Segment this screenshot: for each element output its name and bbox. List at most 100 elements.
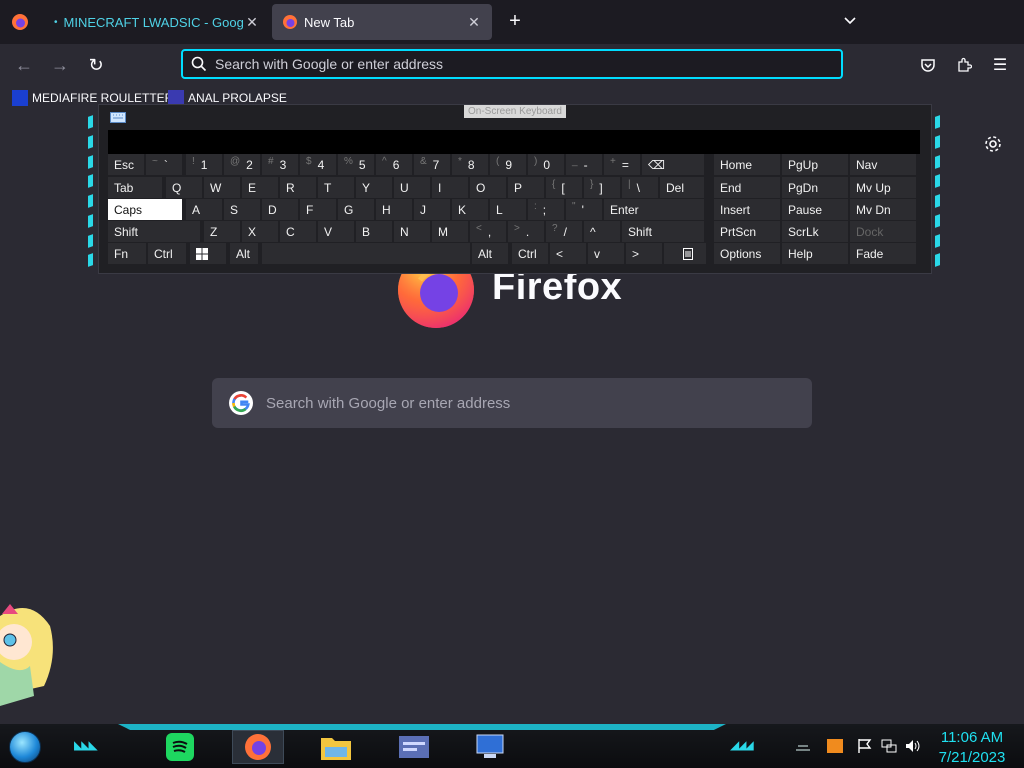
osk-key-space[interactable] [262,243,470,264]
osk-key-1[interactable]: ! 1 [186,154,222,175]
osk-key-symbol[interactable]: ? / [546,221,582,242]
app-menu-button[interactable]: ☰ [990,55,1010,75]
osk-key-symbol[interactable]: >. [508,221,544,242]
osk-key-h[interactable]: H [376,199,412,220]
list-all-tabs-button[interactable] [842,12,864,32]
osk-key-symbol[interactable]: > [626,243,662,264]
osk-key-symbol[interactable]: <, [470,221,506,242]
osk-key-nav[interactable]: Nav [850,154,916,175]
osk-key-ctrl[interactable]: Ctrl [148,243,186,264]
osk-key-a[interactable]: A [186,199,222,220]
back-button[interactable]: ← [11,53,37,77]
osk-key-b[interactable]: B [356,221,392,242]
osk-key-f[interactable]: F [300,199,336,220]
osk-key-del[interactable]: Del [660,177,704,198]
reload-button[interactable]: ↻ [83,53,109,77]
osk-key-symbol[interactable]: | \ [622,177,658,198]
extensions-icon[interactable] [954,55,974,75]
osk-key-p[interactable]: P [508,177,544,198]
action-center-flag-icon[interactable] [856,738,874,754]
osk-key-7[interactable]: & 7 [414,154,450,175]
osk-key-symbol[interactable]: :; [528,199,564,220]
page-search-box[interactable]: Search with Google or enter address [212,378,812,428]
osk-key-prtscn[interactable]: PrtScn [714,221,780,242]
osk-key-ctrl[interactable]: Ctrl [512,243,548,264]
osk-key-fn[interactable]: Fn [108,243,146,264]
osk-key-z[interactable]: Z [204,221,240,242]
osk-key-t[interactable]: T [318,177,354,198]
osk-key-o[interactable]: O [470,177,506,198]
tab-close-button[interactable]: ✕ [244,14,260,31]
tab-minecraft[interactable]: • MINECRAFT LWADSIC - Google ✕ [44,4,270,40]
osk-key-symbol[interactable]: }] [584,177,620,198]
osk-key-v[interactable]: V [318,221,354,242]
osk-key-scrlk[interactable]: ScrLk [782,221,848,242]
osk-key-e[interactable]: E [242,177,278,198]
volume-icon[interactable] [904,738,922,754]
osk-key-symbol[interactable]: " ' [566,199,602,220]
osk-key-g[interactable]: G [338,199,374,220]
osk-key-tab[interactable]: Tab [108,177,162,198]
osk-key-u[interactable]: U [394,177,430,198]
system-clock[interactable]: 11:06 AM 7/21/2023 [930,728,1014,768]
osk-key-pgdn[interactable]: PgDn [782,177,848,198]
osk-key-esc[interactable]: Esc [108,154,144,175]
tab-close-button[interactable]: ✕ [466,14,482,31]
osk-key-symbol[interactable]: {[ [546,177,582,198]
taskbar-file-explorer[interactable] [310,730,362,764]
osk-key-q[interactable]: Q [166,177,202,198]
osk-key-symbol[interactable]: + = [604,154,640,175]
taskbar-spotify[interactable] [154,730,206,764]
osk-key-d[interactable]: D [262,199,298,220]
osk-key-k[interactable]: K [452,199,488,220]
osk-key-help[interactable]: Help [782,243,848,264]
taskbar-firefox[interactable] [232,730,284,764]
osk-key-shift[interactable]: Shift [622,221,704,242]
osk-key-caps[interactable]: Caps [108,199,182,220]
forward-button[interactable]: → [47,53,73,77]
firefox-view-icon[interactable] [8,10,32,34]
osk-key-shift[interactable]: Shift [108,221,200,242]
osk-key-dock[interactable]: Dock [850,221,916,242]
osk-key-8[interactable]: * 8 [452,154,488,175]
tab-new-tab[interactable]: New Tab ✕ [272,4,492,40]
osk-key-menu[interactable] [664,243,706,264]
osk-key-mv-up[interactable]: Mv Up [850,177,916,198]
osk-key-alt[interactable]: Alt [472,243,508,264]
osk-key-v[interactable]: v [588,243,624,264]
osk-key-mv-dn[interactable]: Mv Dn [850,199,916,220]
gear-icon[interactable] [983,134,1003,154]
osk-key-6[interactable]: ^ 6 [376,154,412,175]
osk-key-symbol[interactable]: ^ [584,221,620,242]
osk-key-4[interactable]: $4 [300,154,336,175]
osk-key-y[interactable]: Y [356,177,392,198]
osk-key-3[interactable]: #3 [262,154,298,175]
osk-key-pause[interactable]: Pause [782,199,848,220]
taskbar-media[interactable] [388,730,440,764]
taskbar-remote-desktop[interactable] [464,730,516,764]
url-bar[interactable] [181,49,843,79]
osk-key-x[interactable]: X [242,221,278,242]
osk-key-symbol[interactable]: ~ ` [146,154,182,175]
start-button[interactable] [9,731,41,763]
osk-key-n[interactable]: N [394,221,430,242]
osk-key-enter[interactable]: Enter [604,199,704,220]
osk-key-s[interactable]: S [224,199,260,220]
osk-key-0[interactable]: ) 0 [528,154,564,175]
osk-key-windows[interactable] [190,243,226,264]
osk-key-end[interactable]: End [714,177,780,198]
osk-key-pgup[interactable]: PgUp [782,154,848,175]
pocket-icon[interactable] [918,55,938,75]
osk-key-insert[interactable]: Insert [714,199,780,220]
osk-key-symbol[interactable]: _ - [566,154,602,175]
osk-key-fade[interactable]: Fade [850,243,916,264]
osk-key-m[interactable]: M [432,221,468,242]
osk-key-i[interactable]: I [432,177,468,198]
osk-key-5[interactable]: % 5 [338,154,374,175]
osk-key-2[interactable]: @2 [224,154,260,175]
osk-key-l[interactable]: L [490,199,526,220]
osk-key-c[interactable]: C [280,221,316,242]
java-update-icon[interactable] [826,738,844,754]
osk-key-alt[interactable]: Alt [230,243,258,264]
osk-key-j[interactable]: J [414,199,450,220]
